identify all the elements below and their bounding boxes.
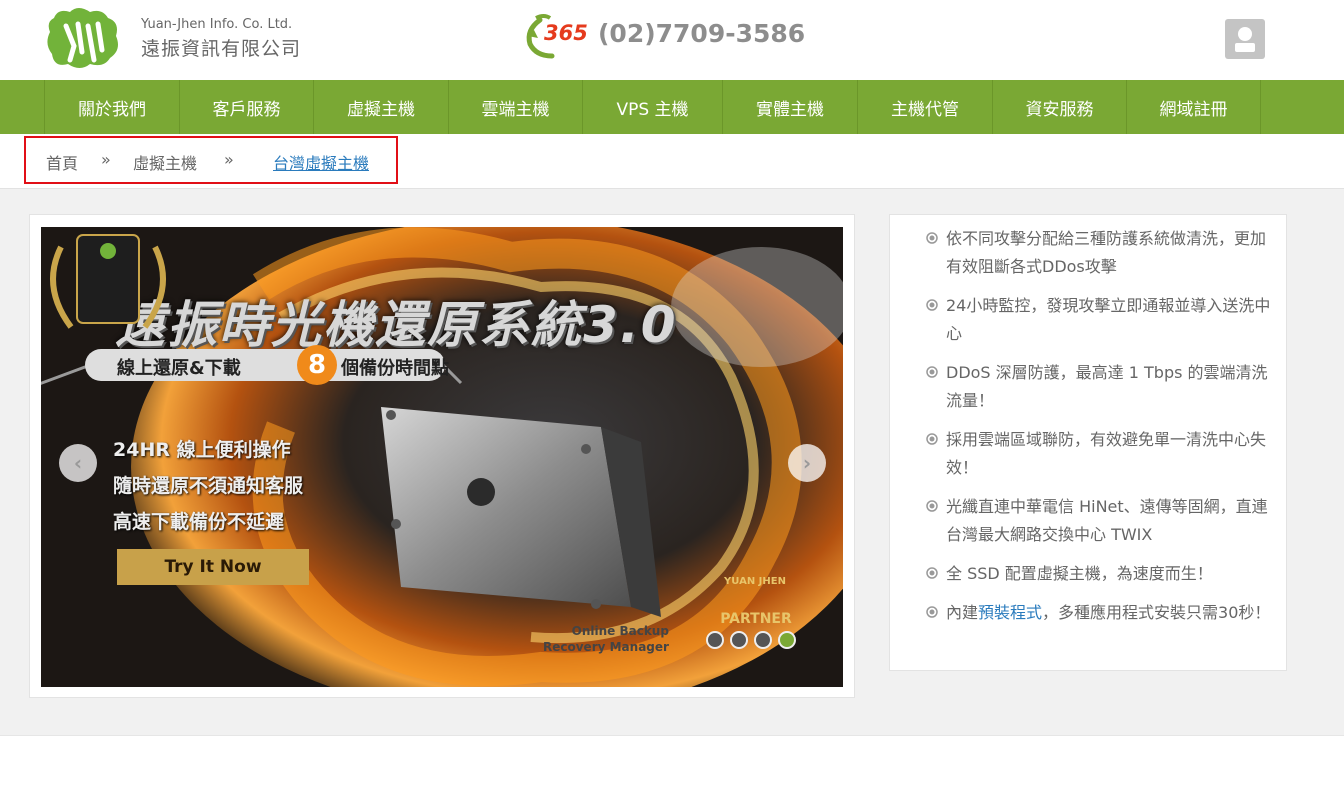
feature-item: 全 SSD 配置虛擬主機，為速度而生！ [926, 560, 1276, 588]
breadcrumb-home[interactable]: 首頁 [46, 150, 78, 174]
banner-subtitle-left: 線上還原&下載 [117, 358, 241, 379]
feature-item: 光纖直連中華電信 HiNet、遠傳等固網，直連台灣最大網路交換中心 TWIX [926, 493, 1276, 549]
phone-number[interactable]: (02)7709-3586 [598, 19, 805, 48]
banner-subtitle-number: 8 [297, 345, 337, 385]
partner-badge-small: YUAN JHEN [724, 576, 786, 587]
bullet-icon [926, 567, 938, 579]
feature-text: 光纖直連中華電信 HiNet、遠傳等固網，直連台灣最大網路交換中心 TWIX [946, 497, 1268, 544]
feature-suffix: ，多種應用程式安裝只需30秒！ [1042, 603, 1271, 622]
feature-item: DDoS 深層防護，最高達 1 Tbps 的雲端清洗流量！ [926, 359, 1276, 415]
nav-security[interactable]: 資安服務 [992, 80, 1126, 134]
banner-bullet: 隨時還原不須通知客服 [113, 475, 304, 497]
feature-text-last: 內建預裝程式，多種應用程式安裝只需30秒！ [926, 599, 1276, 627]
nav-cloud-hosting[interactable]: 雲端主機 [448, 80, 582, 134]
nav-virtual-hosting[interactable]: 虛擬主機 [313, 80, 448, 134]
feature-text: 全 SSD 配置虛擬主機，為速度而生！ [946, 564, 1213, 583]
nav-vps[interactable]: VPS 主機 [582, 80, 722, 134]
product-caption-line1: Online Backup [571, 624, 669, 638]
breadcrumb-virtual-hosting[interactable]: 虛擬主機 [133, 150, 197, 174]
slider-dot[interactable] [706, 631, 724, 649]
feature-item: 內建預裝程式，多種應用程式安裝只需30秒！ [926, 599, 1276, 627]
banner-subtitle: 線上還原&下載 8 個備份時間點 [85, 345, 449, 385]
bullet-icon [926, 366, 938, 378]
footer [0, 736, 1344, 800]
chevron-left-icon: ‹ [73, 451, 83, 475]
feature-item: 依不同攻擊分配給三種防護系統做清洗，更加有效阻斷各式DDos攻擊 [926, 225, 1276, 281]
bullet-icon [926, 606, 938, 618]
bullet-icon [926, 433, 938, 445]
slider-prev-button[interactable]: ‹ [59, 444, 97, 482]
bullet-icon [926, 232, 938, 244]
feature-item: 24小時監控，發現攻擊立即通報並導入送洗中心 [926, 292, 1276, 348]
bullet-icon [926, 299, 938, 311]
banner-bullet: 高速下載備份不延遲 [113, 511, 285, 533]
breadcrumb-separator: » [101, 150, 111, 169]
phone-365-label: 365 [544, 21, 588, 45]
partner-badge-icon [50, 234, 166, 329]
product-caption-line2: Recovery Manager [543, 640, 669, 654]
nav-colocation[interactable]: 主機代管 [857, 80, 992, 134]
slider-dot[interactable] [730, 631, 748, 649]
feature-text: DDoS 深層防護，最高達 1 Tbps 的雲端清洗流量！ [946, 363, 1268, 410]
preinstalled-apps-link[interactable]: 預裝程式 [978, 603, 1042, 622]
slider-next-button[interactable]: › [788, 444, 826, 482]
company-name-en: Yuan-Jhen Info. Co. Ltd. [141, 17, 293, 32]
nav-domain[interactable]: 網域註冊 [1126, 80, 1261, 134]
slider-dot[interactable] [754, 631, 772, 649]
breadcrumb-current[interactable]: 台灣虛擬主機 [273, 150, 369, 174]
banner-bullet: 24HR 線上便利操作 [113, 439, 291, 461]
feature-text: 依不同攻擊分配給三種防護系統做清洗，更加有效阻斷各式DDos攻擊 [946, 229, 1267, 276]
nav-dedicated[interactable]: 實體主機 [722, 80, 857, 134]
try-it-now-button[interactable]: Try It Now [117, 549, 309, 585]
main-nav: 關於我們 客戶服務 虛擬主機 雲端主機 VPS 主機 實體主機 主機代管 資安服… [0, 80, 1344, 134]
chevron-right-icon: › [802, 451, 812, 475]
user-account-icon[interactable] [1225, 19, 1265, 59]
feature-item: 採用雲端區域聯防，有效避免單一清洗中心失效！ [926, 426, 1276, 482]
feature-text: 24小時監控，發現攻擊立即通報並導入送洗中心 [946, 296, 1271, 343]
nav-customer-service[interactable]: 客戶服務 [179, 80, 313, 134]
nav-about[interactable]: 關於我們 [44, 80, 179, 134]
product-caption: Online Backup Recovery Manager [543, 623, 669, 655]
banner-subtitle-right: 個備份時間點 [341, 358, 449, 379]
company-logo-icon[interactable] [44, 6, 124, 70]
breadcrumb-separator: » [224, 150, 234, 169]
promo-slide[interactable]: 遠振時光機還原系統3.0 線上還原&下載 8 個備份時間點 24HR 線上便利操… [41, 227, 843, 687]
company-name-cn: 遠振資訊有限公司 [141, 38, 302, 60]
site-header: Yuan-Jhen Info. Co. Ltd. 遠振資訊有限公司 365 (0… [0, 0, 1344, 80]
feature-text: 採用雲端區域聯防，有效避免單一清洗中心失效！ [946, 430, 1267, 477]
bullet-icon [926, 500, 938, 512]
partner-badge-big: PARTNER [720, 611, 792, 627]
feature-prefix: 內建 [946, 603, 979, 622]
slider-dot-active[interactable] [778, 631, 796, 649]
banner-title: 遠振時光機還原系統3.0 [115, 296, 678, 354]
